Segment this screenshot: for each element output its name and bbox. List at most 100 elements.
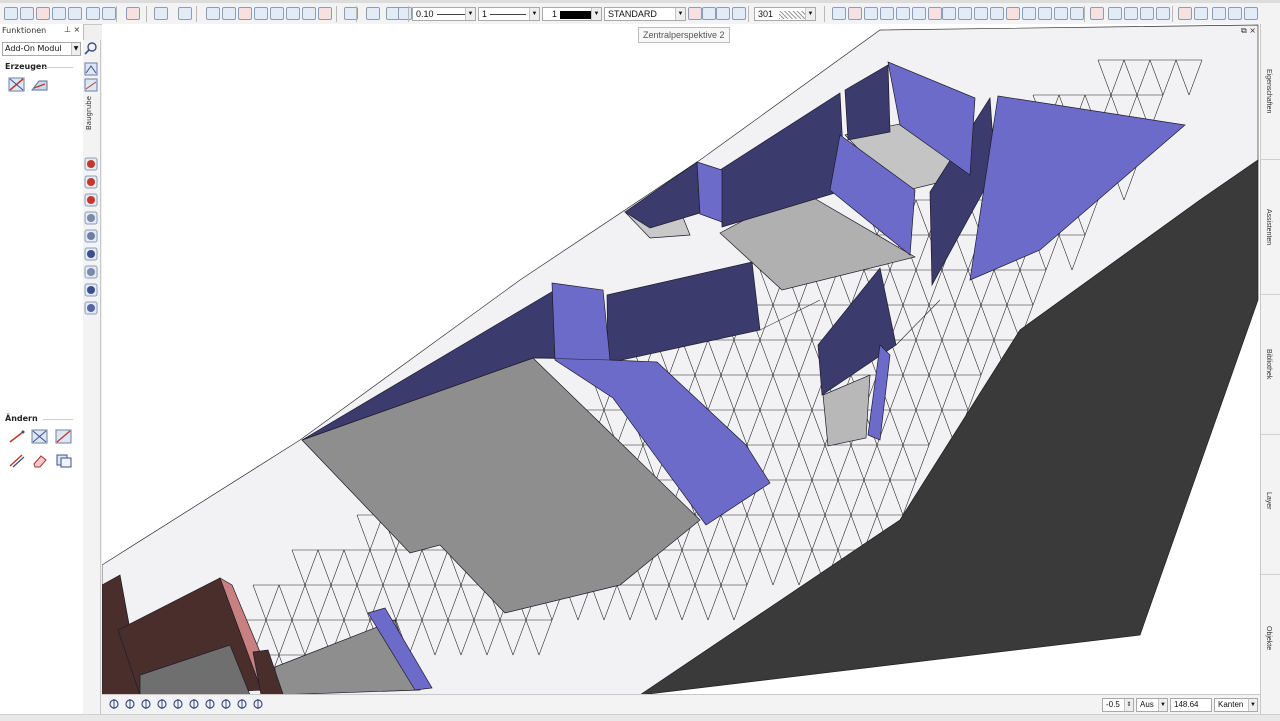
toolbar-tool-icon[interactable] bbox=[1006, 7, 1020, 20]
strip-tool-icon[interactable] bbox=[84, 229, 98, 243]
toolbar-tool-icon[interactable] bbox=[366, 7, 380, 20]
toolbar-tool-icon[interactable] bbox=[222, 7, 236, 20]
3d-viewport[interactable]: ⧉ × bbox=[102, 24, 1260, 714]
toolbar-tool-icon[interactable] bbox=[896, 7, 910, 20]
toolbar-tool-icon[interactable] bbox=[154, 7, 168, 20]
modify-point-icon[interactable] bbox=[55, 429, 72, 444]
toolbar-tool-icon[interactable] bbox=[702, 7, 716, 20]
search-icon[interactable] bbox=[84, 41, 98, 55]
pin-icon[interactable]: ⊥ × bbox=[64, 25, 80, 34]
toolbar-tool-icon[interactable] bbox=[1108, 7, 1122, 20]
modify-parallel-icon[interactable] bbox=[8, 453, 25, 468]
toolbar-tool-icon[interactable] bbox=[1228, 7, 1242, 20]
view-nav-icon[interactable] bbox=[220, 698, 232, 710]
toolbar-tool-icon[interactable] bbox=[1070, 7, 1084, 20]
toolbar-tool-icon[interactable] bbox=[864, 7, 878, 20]
toolbar-tool-icon[interactable] bbox=[1194, 7, 1208, 20]
modify-pit-icon[interactable] bbox=[31, 429, 48, 444]
toolbar-tool-icon[interactable] bbox=[688, 7, 702, 20]
view-nav-icon[interactable] bbox=[252, 698, 264, 710]
toolbar-tool-icon[interactable] bbox=[958, 7, 972, 20]
toolbar-tool-icon[interactable] bbox=[928, 7, 942, 20]
toolbar-tool-icon[interactable] bbox=[912, 7, 926, 20]
mode-select[interactable]: Aus ▼ bbox=[1136, 698, 1168, 712]
toolbar-tool-icon[interactable] bbox=[36, 7, 50, 20]
toolbar-tool-icon[interactable] bbox=[832, 7, 846, 20]
toolbar-tool-icon[interactable] bbox=[52, 7, 66, 20]
view-nav-icon[interactable] bbox=[188, 698, 200, 710]
toolbar-tool-icon[interactable] bbox=[126, 7, 140, 20]
tab-library[interactable]: Bibliothek bbox=[1265, 349, 1272, 379]
material-select[interactable]: 301 ▼ bbox=[754, 7, 816, 21]
toolbar-tool-icon[interactable] bbox=[942, 7, 956, 20]
toolbar-tool-icon[interactable] bbox=[20, 7, 34, 20]
toolbar-tool-icon[interactable] bbox=[206, 7, 220, 20]
offset-stepper[interactable]: -0.5 ⇕ bbox=[1102, 698, 1134, 712]
toolbar-tool-icon[interactable] bbox=[732, 7, 746, 20]
toolbar-separator bbox=[408, 6, 409, 22]
pit-model-scene[interactable] bbox=[102, 24, 1260, 714]
view-nav-icon[interactable] bbox=[236, 698, 248, 710]
display-mode-select[interactable]: Kanten ▼ bbox=[1214, 698, 1258, 712]
view-nav-icon[interactable] bbox=[172, 698, 184, 710]
create-slope-icon[interactable] bbox=[31, 77, 48, 92]
toolbar-tool-icon[interactable] bbox=[990, 7, 1004, 20]
line-type-select[interactable]: 1 ▼ bbox=[478, 7, 540, 21]
toolbar-tool-icon[interactable] bbox=[1156, 7, 1170, 20]
tab-objects[interactable]: Objekte bbox=[1265, 626, 1272, 650]
modify-edge-icon[interactable] bbox=[8, 429, 25, 444]
view-nav-icon[interactable] bbox=[156, 698, 168, 710]
toolbar-tool-icon[interactable] bbox=[1178, 7, 1192, 20]
toolbar-tool-icon[interactable] bbox=[1244, 7, 1258, 20]
toolbar-tool-icon[interactable] bbox=[86, 7, 100, 20]
strip-tool-icon[interactable] bbox=[84, 157, 98, 171]
create-pit-icon[interactable] bbox=[8, 77, 25, 92]
strip-tool-icon[interactable] bbox=[84, 211, 98, 225]
view-nav-icon[interactable] bbox=[204, 698, 216, 710]
toolbar-tool-icon[interactable] bbox=[398, 7, 412, 20]
toolbar-tool-icon[interactable] bbox=[178, 7, 192, 20]
viewport-window-controls[interactable]: ⧉ × bbox=[1241, 26, 1256, 36]
strip-tool-icon[interactable] bbox=[84, 301, 98, 315]
view-nav-icon[interactable] bbox=[124, 698, 136, 710]
scale-field[interactable]: 148.64 bbox=[1170, 698, 1212, 712]
toolbar-tool-icon[interactable] bbox=[1140, 7, 1154, 20]
color-select[interactable]: 1 ▼ bbox=[542, 7, 602, 21]
toolbar-tool-icon[interactable] bbox=[68, 7, 82, 20]
toolbar-tool-icon[interactable] bbox=[880, 7, 894, 20]
module-select[interactable]: Add-On Modul ▼ bbox=[2, 42, 81, 56]
toolbar-tool-icon[interactable] bbox=[102, 7, 116, 20]
strip-tool-icon[interactable] bbox=[84, 193, 98, 207]
toolbar-tool-icon[interactable] bbox=[1022, 7, 1036, 20]
toolbar-tool-icon[interactable] bbox=[270, 7, 284, 20]
layer-select[interactable]: STANDARD ▼ bbox=[604, 7, 686, 21]
tab-properties[interactable]: Eigenschaften bbox=[1265, 69, 1272, 113]
toolbar-tool-icon[interactable] bbox=[254, 7, 268, 20]
strip-tool-icon[interactable] bbox=[84, 265, 98, 279]
toolbar-tool-icon[interactable] bbox=[716, 7, 730, 20]
toolbar-tool-icon[interactable] bbox=[1054, 7, 1068, 20]
pen-thickness-select[interactable]: 0.10 ▼ bbox=[412, 7, 476, 21]
toolbar-tool-icon[interactable] bbox=[848, 7, 862, 20]
toolbar-tool-icon[interactable] bbox=[974, 7, 988, 20]
toolbar-tool-icon[interactable] bbox=[238, 7, 252, 20]
tab-assistants[interactable]: Assistenten bbox=[1265, 209, 1272, 245]
toolbar-tool-icon[interactable] bbox=[4, 7, 18, 20]
modify-eraser-icon[interactable] bbox=[31, 453, 48, 468]
toolbar-tool-icon[interactable] bbox=[318, 7, 332, 20]
toolbar-tool-icon[interactable] bbox=[286, 7, 300, 20]
toolbar-tool-icon[interactable] bbox=[302, 7, 316, 20]
view-nav-icon[interactable] bbox=[140, 698, 152, 710]
strip-tool-icon[interactable] bbox=[84, 247, 98, 261]
strip-tool-icon[interactable] bbox=[84, 283, 98, 297]
tab-layer[interactable]: Layer bbox=[1265, 492, 1272, 510]
toolbar-tool-icon[interactable] bbox=[1124, 7, 1138, 20]
modify-layer-icon[interactable] bbox=[55, 453, 72, 468]
toolbar-tool-icon[interactable] bbox=[1212, 7, 1226, 20]
view-nav-icon[interactable] bbox=[108, 698, 120, 710]
toolbar-tool-icon[interactable] bbox=[1038, 7, 1052, 20]
strip-tool-icon[interactable] bbox=[84, 175, 98, 189]
pit-tool-icon[interactable] bbox=[84, 62, 98, 76]
toolbar-tool-icon[interactable] bbox=[1090, 7, 1104, 20]
stepper-arrows-icon[interactable]: ⇕ bbox=[1124, 699, 1133, 711]
